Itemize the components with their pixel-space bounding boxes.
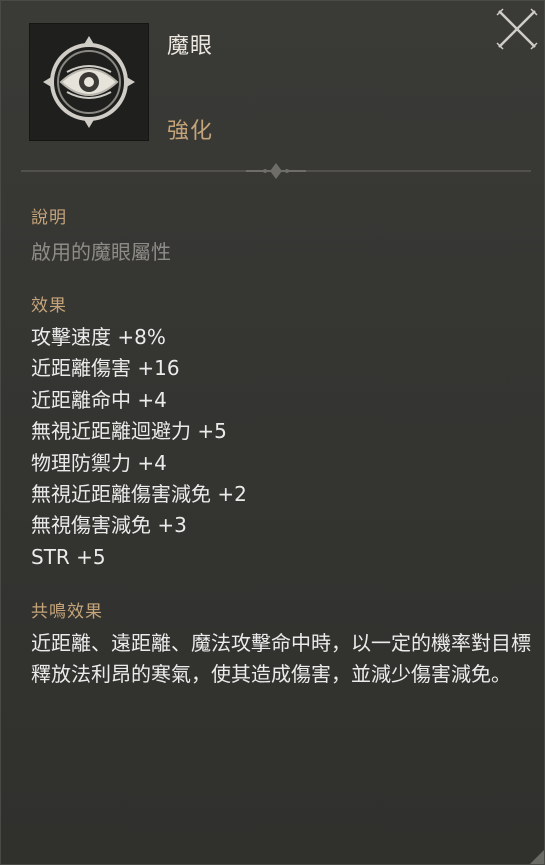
ornamental-divider <box>21 163 531 179</box>
resonance-section: 共鳴效果 近距離、遠距離、魔法攻擊命中時，以一定的機率對目標釋放法利昂的寒氣，使… <box>31 597 544 690</box>
resonance-text: 近距離、遠距離、魔法攻擊命中時，以一定的機率對目標釋放法利昂的寒氣，使其造成傷害… <box>31 631 531 686</box>
description-title: 說明 <box>31 208 67 228</box>
effects-list: 攻擊速度 +8% 近距離傷害 +16 近距離命中 +4 無視近距離迴避力 +5 … <box>31 322 247 573</box>
effect-item: STR +5 <box>31 544 106 569</box>
item-tooltip-panel: 魔眼 強化 說明 啟用的魔眼屬性 效果 攻擊速度 +8% 近距離傷害 +16 近… <box>0 0 545 865</box>
effect-item: 近距離命中 +4 <box>31 387 167 412</box>
effect-item: 攻擊速度 +8% <box>31 325 166 349</box>
item-name: 魔眼 <box>167 34 214 59</box>
item-type: 強化 <box>167 119 214 144</box>
close-icon <box>496 8 538 50</box>
effect-item: 物理防禦力 +4 <box>31 450 167 475</box>
eye-icon <box>43 36 135 128</box>
effects-title: 效果 <box>31 296 67 316</box>
effect-item: 無視近距離迴避力 +5 <box>31 419 227 444</box>
item-icon-frame <box>29 23 149 141</box>
resonance-title: 共鳴效果 <box>31 602 103 622</box>
effect-item: 無視傷害減免 +3 <box>31 513 187 538</box>
close-button[interactable] <box>495 7 539 51</box>
effect-item: 近距離傷害 +16 <box>31 356 180 381</box>
description-section: 說明 啟用的魔眼屬性 <box>31 203 171 265</box>
effect-item: 無視近距離傷害減免 +2 <box>31 482 247 507</box>
effects-section: 效果 攻擊速度 +8% 近距離傷害 +16 近距離命中 +4 無視近距離迴避力 … <box>31 291 247 573</box>
description-text: 啟用的魔眼屬性 <box>31 240 171 264</box>
